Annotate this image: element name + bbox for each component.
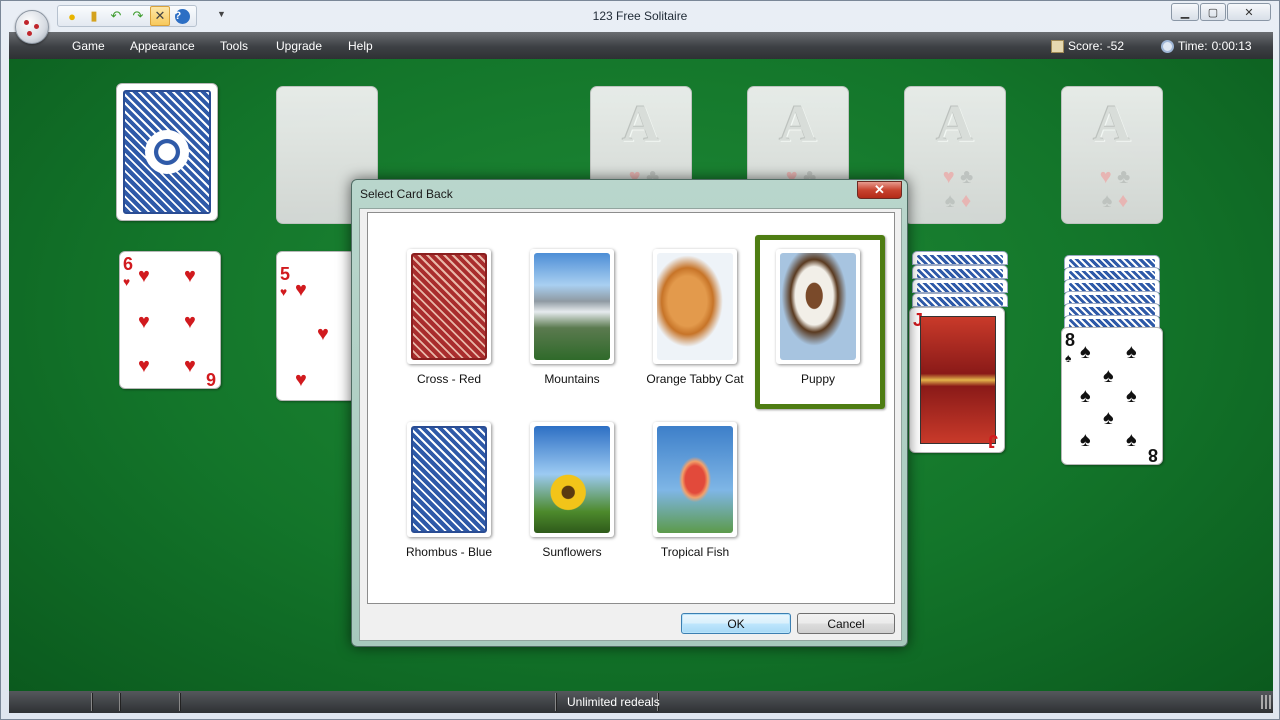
card-back-option-cross-red[interactable]: Cross - Red xyxy=(390,249,508,409)
option-label: Puppy xyxy=(800,372,836,386)
minimize-button[interactable]: ▁ xyxy=(1171,3,1199,21)
rhombus-blue-thumbnail xyxy=(411,426,487,533)
score-value: -52 xyxy=(1106,39,1125,53)
tableau-card-six-hearts[interactable]: 6 ♥ ♥ ♥ ♥ ♥ ♥ ♥ 6 xyxy=(119,251,221,389)
status-bar: Unlimited redeals xyxy=(9,691,1273,713)
score-icon xyxy=(1051,39,1064,53)
menu-help[interactable]: Help xyxy=(348,39,373,53)
select-card-back-dialog: Select Card Back ✕ Cross - Red Mountains… xyxy=(351,179,908,647)
option-label: Sunflowers xyxy=(542,545,602,559)
option-label: Rhombus - Blue xyxy=(405,545,493,559)
app-menu-button[interactable] xyxy=(15,10,49,44)
tropical-fish-thumbnail xyxy=(657,426,733,533)
card-back-option-sunflowers[interactable]: Sunflowers xyxy=(513,422,631,582)
card-back-gallery: Cross - Red Mountains Orange Tabby Cat P… xyxy=(367,212,895,604)
cross-red-thumbnail xyxy=(411,253,487,360)
tableau-card-five-hearts[interactable]: 5 ♥ ♥ ♥ ♥ xyxy=(276,251,356,401)
foundation-4[interactable]: A ♥ ♣ ♠ ♦ xyxy=(1061,86,1163,224)
time-value: 0:00:13 xyxy=(1211,39,1252,53)
tableau-card-eight-spades[interactable]: 8 ♠ ♠ ♠ ♠ ♠ ♠ ♠ ♠ ♠ 8 xyxy=(1061,327,1163,465)
resize-grip-icon[interactable] xyxy=(1261,695,1271,709)
time-display: Time: 0:00:13 xyxy=(1161,39,1252,53)
dialog-close-button[interactable]: ✕ xyxy=(857,181,902,199)
card-back-option-tropical-fish[interactable]: Tropical Fish xyxy=(636,422,754,582)
mountains-thumbnail xyxy=(534,253,610,360)
foundation-3[interactable]: A ♥ ♣ ♠ ♦ xyxy=(904,86,1006,224)
maximize-button[interactable]: ▢ xyxy=(1200,3,1226,21)
menu-game[interactable]: Game xyxy=(72,39,105,53)
option-label: Cross - Red xyxy=(416,372,481,386)
option-label: Orange Tabby Cat xyxy=(646,372,744,386)
sunflowers-thumbnail xyxy=(534,426,610,533)
blue-card-back xyxy=(123,90,211,214)
close-window-button[interactable]: ✕ xyxy=(1227,3,1271,21)
time-label: Time: xyxy=(1178,39,1208,53)
option-label: Mountains xyxy=(544,372,600,386)
cancel-button[interactable]: Cancel xyxy=(797,613,895,634)
card-back-option-rhombus-blue[interactable]: Rhombus - Blue xyxy=(390,422,508,582)
ok-button[interactable]: OK xyxy=(681,613,791,634)
score-label: Score: xyxy=(1068,39,1103,53)
menu-upgrade[interactable]: Upgrade xyxy=(276,39,322,53)
card-back-option-puppy[interactable]: Puppy xyxy=(755,235,885,409)
puppy-thumbnail xyxy=(780,253,856,360)
tableau-card-jack-hearts[interactable]: J J xyxy=(909,307,1005,453)
card-back-option-mountains[interactable]: Mountains xyxy=(513,249,631,409)
option-label: Tropical Fish xyxy=(660,545,730,559)
stock-pile[interactable] xyxy=(116,83,218,221)
dialog-title: Select Card Back xyxy=(360,187,453,201)
menu-tools[interactable]: Tools xyxy=(220,39,248,53)
cat-thumbnail xyxy=(657,253,733,360)
title-bar[interactable]: ● ▮ ↶ ↷ ✕ ? ▼ 123 Free Solitaire ▁ ▢ ✕ xyxy=(1,1,1279,31)
dialog-body: Cross - Red Mountains Orange Tabby Cat P… xyxy=(359,208,902,641)
score-display: Score: -52 xyxy=(1051,39,1124,53)
clock-icon xyxy=(1161,39,1174,53)
window-title: 123 Free Solitaire xyxy=(592,9,688,23)
menu-appearance[interactable]: Appearance xyxy=(130,39,195,53)
card-back-option-orange-tabby-cat[interactable]: Orange Tabby Cat xyxy=(636,249,754,409)
status-text: Unlimited redeals xyxy=(567,695,660,709)
menu-bar: Game Appearance Tools Upgrade Help Score… xyxy=(9,32,1273,59)
